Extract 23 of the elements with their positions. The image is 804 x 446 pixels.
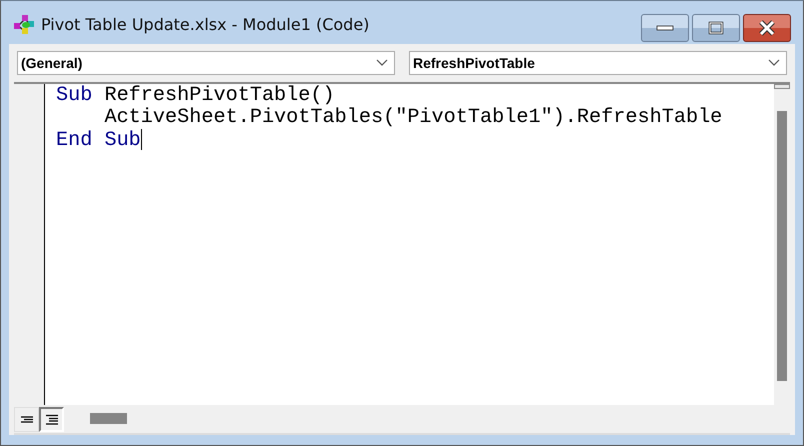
object-dropdown[interactable]: (General) bbox=[17, 51, 395, 75]
lines-icon bbox=[20, 416, 32, 422]
code-line: ActiveSheet.PivotTables("PivotTable1").RefreshTable bbox=[103, 107, 724, 129]
scrollbar-thumb[interactable] bbox=[90, 413, 127, 424]
window-title: Pivot Table Update.xlsx - Module1 (Code) bbox=[41, 15, 370, 34]
scrollbar-button[interactable] bbox=[774, 84, 790, 89]
modules-icon bbox=[13, 14, 35, 36]
minimize-icon bbox=[656, 25, 674, 31]
close-icon bbox=[758, 20, 776, 36]
minimize-button[interactable] bbox=[641, 14, 689, 42]
code-line: Sub RefreshPivotTable() bbox=[56, 85, 336, 107]
code-line: End Sub bbox=[56, 129, 143, 151]
chevron-down-icon bbox=[376, 59, 388, 67]
chevron-down-icon bbox=[768, 59, 780, 67]
lines-icon bbox=[46, 414, 58, 424]
scrollbar-thumb[interactable] bbox=[777, 111, 787, 381]
maximize-button[interactable] bbox=[692, 14, 740, 42]
procedure-dropdown[interactable]: RefreshPivotTable bbox=[409, 51, 787, 75]
code-editor[interactable]: Sub RefreshPivotTable() ActiveSheet.PivotTables("PivotTable1").RefreshTable End Sub bbox=[45, 84, 774, 405]
procedure-view-button[interactable] bbox=[14, 406, 39, 432]
full-module-view-button[interactable] bbox=[39, 406, 64, 432]
close-button[interactable] bbox=[743, 14, 791, 42]
maximize-icon bbox=[708, 21, 724, 35]
